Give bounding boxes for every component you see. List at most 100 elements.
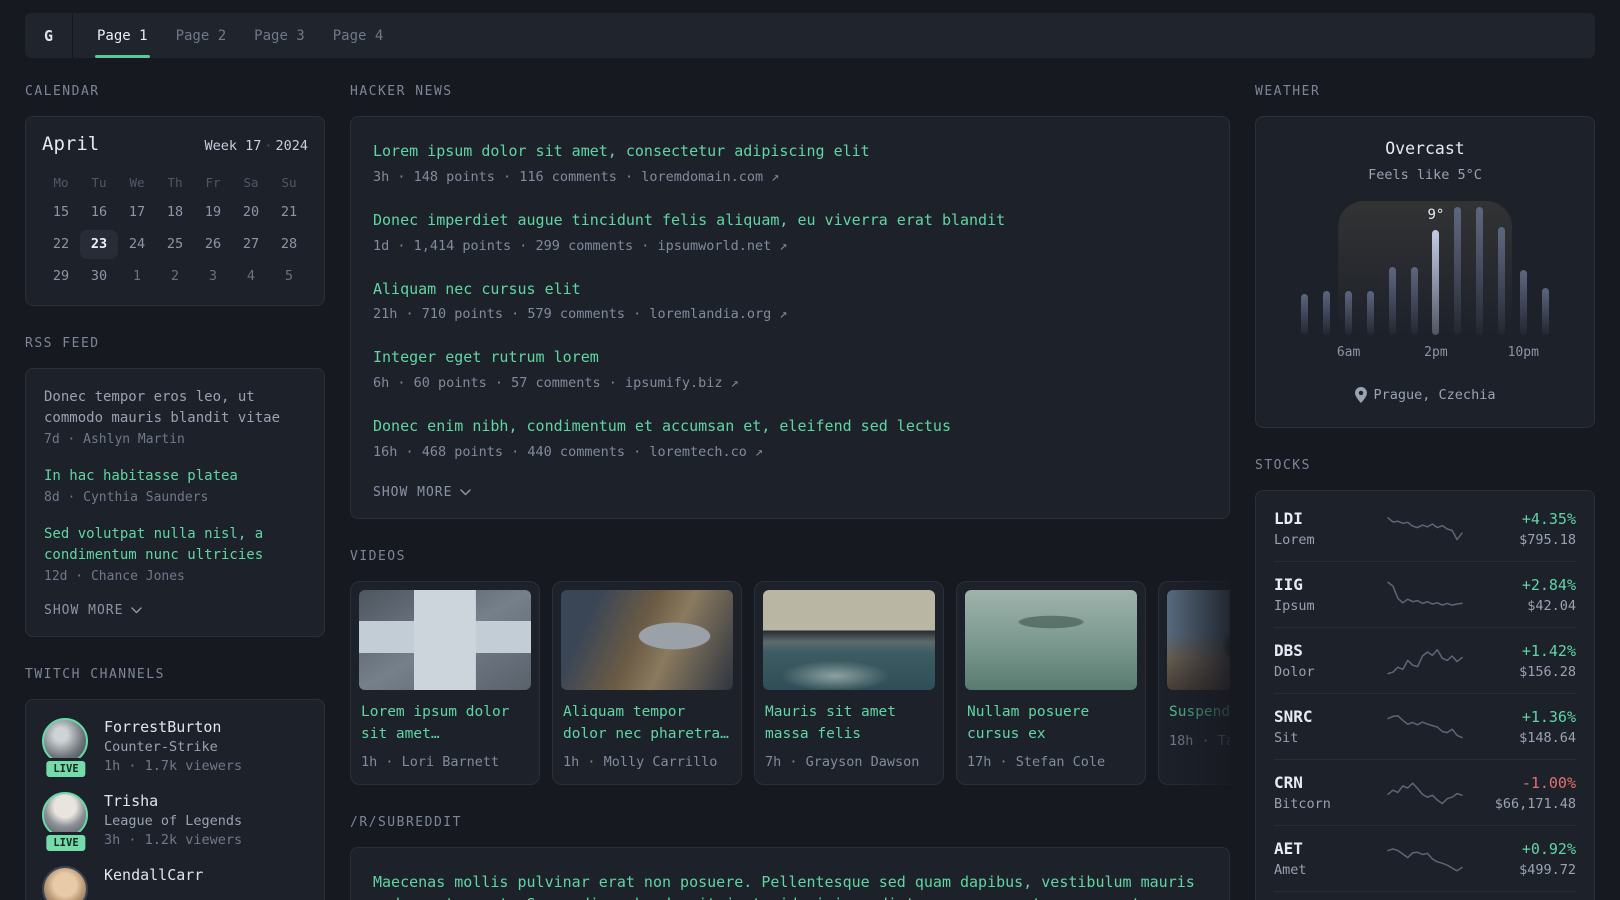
tab-page-1[interactable]: Page 1 bbox=[95, 13, 150, 58]
hn-item-title[interactable]: Donec imperdiet augue tincidunt felis al… bbox=[373, 210, 1207, 232]
hacker-news-section-title: HACKER NEWS bbox=[350, 84, 453, 99]
external-link-icon[interactable]: ↗ bbox=[731, 375, 739, 391]
stock-sparkline bbox=[1387, 648, 1463, 674]
hn-show-more-button[interactable]: SHOW MORE bbox=[373, 485, 1207, 500]
stock-ticker[interactable]: IIG bbox=[1274, 575, 1385, 594]
hn-item-meta-text: 3h · 148 points · 116 comments · loremdo… bbox=[373, 168, 764, 185]
hn-item-title[interactable]: Integer eget rutrum lorem bbox=[373, 347, 1207, 369]
calendar-day-next-month: 1 bbox=[132, 268, 142, 284]
video-title[interactable]: Suspendisse diam bbox=[1169, 702, 1230, 724]
rss-item-title[interactable]: Donec tempor eros leo, ut commodo mauris… bbox=[44, 387, 306, 429]
stock-ticker[interactable]: AET bbox=[1274, 839, 1385, 858]
stock-sparkline bbox=[1387, 847, 1463, 872]
tab-page-2[interactable]: Page 2 bbox=[176, 13, 227, 58]
stock-row[interactable]: LDI Lorem +4.35% $795.18 bbox=[1274, 496, 1576, 561]
weather-location-text: Prague, Czechia bbox=[1373, 387, 1496, 403]
rss-item-meta: 12d · Chance Jones bbox=[44, 569, 185, 584]
stock-name: Dolor bbox=[1274, 664, 1315, 680]
weather-bar-slot bbox=[1381, 207, 1403, 335]
stock-name: Sit bbox=[1274, 730, 1299, 746]
rss-item-title[interactable]: In hac habitasse platea bbox=[44, 466, 306, 487]
hn-item: Donec imperdiet augue tincidunt felis al… bbox=[373, 210, 1207, 254]
stock-ticker[interactable]: SNRC bbox=[1274, 707, 1385, 726]
calendar-day-next-month: 3 bbox=[208, 268, 218, 284]
weather-bar-slot bbox=[1316, 207, 1338, 335]
subreddit-post-title[interactable]: Maecenas mollis pulvinar erat non posuer… bbox=[373, 872, 1207, 900]
stock-row[interactable]: CRN Bitcorn -1.00% $66,171.48 bbox=[1274, 759, 1576, 825]
weather-bar bbox=[1345, 291, 1353, 335]
video-card[interactable]: Nullam posuere cursus ex 17h · Stefan Co… bbox=[956, 580, 1146, 786]
calendar-month: April bbox=[42, 133, 100, 155]
external-link-icon[interactable]: ↗ bbox=[779, 306, 787, 322]
external-link-icon[interactable]: ↗ bbox=[771, 169, 779, 185]
twitch-channel-row[interactable]: KendallCarr bbox=[42, 866, 308, 900]
stock-ticker[interactable]: CRN bbox=[1274, 773, 1385, 792]
calendar-day: 22 bbox=[52, 236, 70, 252]
rss-item-title[interactable]: Sed volutpat nulla nisl, a condimentum n… bbox=[44, 524, 306, 566]
video-title[interactable]: Nullam posuere cursus ex bbox=[967, 702, 1135, 746]
video-thumbnail[interactable] bbox=[965, 589, 1137, 690]
weather-widget: WEATHER Overcast Feels like 5°C 9° 6am 2… bbox=[1255, 84, 1595, 428]
video-thumbnail[interactable] bbox=[359, 589, 531, 690]
hn-item-title[interactable]: Aliquam nec cursus elit bbox=[373, 279, 1207, 301]
video-title[interactable]: Mauris sit amet massa felis bbox=[765, 702, 933, 746]
hn-item-meta: 1d · 1,414 points · 299 comments · ipsum… bbox=[373, 238, 1207, 254]
weekday-label: Mo bbox=[53, 175, 69, 190]
stock-row[interactable]: DBS Dolor +1.42% $156.28 bbox=[1274, 627, 1576, 693]
tab-page-4[interactable]: Page 4 bbox=[333, 13, 384, 58]
calendar-day-next-month: 4 bbox=[246, 268, 256, 284]
stock-row[interactable]: AET Amet +0.92% $499.72 bbox=[1274, 825, 1576, 891]
stock-sparkline bbox=[1387, 516, 1463, 540]
twitch-channel-row[interactable]: LIVE Trisha League of Legends 3h · 1.2k … bbox=[42, 792, 308, 854]
calendar-section-title: CALENDAR bbox=[25, 84, 100, 99]
twitch-channel-name[interactable]: KendallCarr bbox=[104, 866, 203, 884]
rss-item-meta: 8d · Cynthia Saunders bbox=[44, 490, 209, 505]
calendar-day: 28 bbox=[280, 236, 298, 252]
weather-bar-slot bbox=[1403, 207, 1425, 335]
weather-feels-like: Feels like 5°C bbox=[1368, 167, 1482, 183]
weather-bar-slot bbox=[1447, 207, 1469, 335]
stock-ticker[interactable]: DBS bbox=[1274, 641, 1385, 660]
rss-show-more-button[interactable]: SHOW MORE bbox=[44, 603, 306, 618]
twitch-channel-name[interactable]: ForrestBurton bbox=[104, 718, 242, 736]
weather-time-label: 10pm bbox=[1507, 345, 1539, 360]
video-title[interactable]: Lorem ipsum dolor sit amet consectetu… bbox=[361, 702, 529, 746]
twitch-channel-meta: 1h · 1.7k viewers bbox=[104, 758, 243, 774]
calendar-day: 18 bbox=[166, 204, 184, 220]
twitch-section-title: TWITCH CHANNELS bbox=[25, 667, 165, 682]
stock-row[interactable]: CCS Consectetur +0.51% $165.84 bbox=[1274, 891, 1576, 900]
app-logo: G bbox=[25, 13, 73, 58]
rss-item-meta: 7d · Ashlyn Martin bbox=[44, 432, 185, 447]
twitch-widget: TWITCH CHANNELS LIVE ForrestBurton Count… bbox=[25, 667, 325, 900]
hn-item-title[interactable]: Donec enim nibh, condimentum et accumsan… bbox=[373, 416, 1207, 438]
stock-price: $42.04 bbox=[1527, 597, 1576, 614]
stock-row[interactable]: IIG Ipsum +2.84% $42.04 bbox=[1274, 561, 1576, 627]
navbar: G Page 1 Page 2 Page 3 Page 4 bbox=[25, 13, 1595, 58]
video-thumbnail[interactable] bbox=[1167, 589, 1230, 690]
video-thumbnail[interactable] bbox=[561, 589, 733, 690]
stock-ticker[interactable]: LDI bbox=[1274, 509, 1385, 528]
calendar-day: 24 bbox=[128, 236, 146, 252]
twitch-channel-meta: 3h · 1.2k viewers bbox=[104, 832, 243, 848]
stock-row[interactable]: SNRC Sit +1.36% $148.64 bbox=[1274, 693, 1576, 759]
hacker-news-widget: HACKER NEWS Lorem ipsum dolor sit amet, … bbox=[350, 84, 1230, 519]
page-tabs: Page 1 Page 2 Page 3 Page 4 bbox=[73, 13, 383, 58]
hn-item-meta-text: 6h · 60 points · 57 comments · ipsumify.… bbox=[373, 375, 723, 391]
external-link-icon[interactable]: ↗ bbox=[779, 238, 787, 254]
video-card[interactable]: Aliquam tempor dolor nec pharetra… 1h · … bbox=[552, 580, 742, 786]
calendar-day: 29 bbox=[52, 268, 70, 284]
video-card[interactable]: Lorem ipsum dolor sit amet consectetu… 1… bbox=[350, 580, 540, 786]
twitch-channel-row[interactable]: LIVE ForrestBurton Counter-Strike 1h · 1… bbox=[42, 718, 308, 780]
external-link-icon[interactable]: ↗ bbox=[755, 444, 763, 460]
map-pin-icon bbox=[1354, 387, 1367, 403]
hn-item-meta-text: 16h · 468 points · 440 comments · loremt… bbox=[373, 443, 747, 460]
video-thumbnail[interactable] bbox=[763, 589, 935, 690]
weekday-label: Sa bbox=[243, 175, 259, 190]
twitch-channel-name[interactable]: Trisha bbox=[104, 792, 242, 810]
hn-show-more-label: SHOW MORE bbox=[373, 484, 453, 500]
hn-item-title[interactable]: Lorem ipsum dolor sit amet, consectetur … bbox=[373, 141, 1207, 163]
tab-page-3[interactable]: Page 3 bbox=[254, 13, 305, 58]
video-card[interactable]: Mauris sit amet massa felis 7h · Grayson… bbox=[754, 580, 944, 786]
video-title[interactable]: Aliquam tempor dolor nec pharetra… bbox=[563, 702, 731, 746]
video-card[interactable]: Suspendisse diam 18h · Tara bbox=[1158, 580, 1230, 786]
